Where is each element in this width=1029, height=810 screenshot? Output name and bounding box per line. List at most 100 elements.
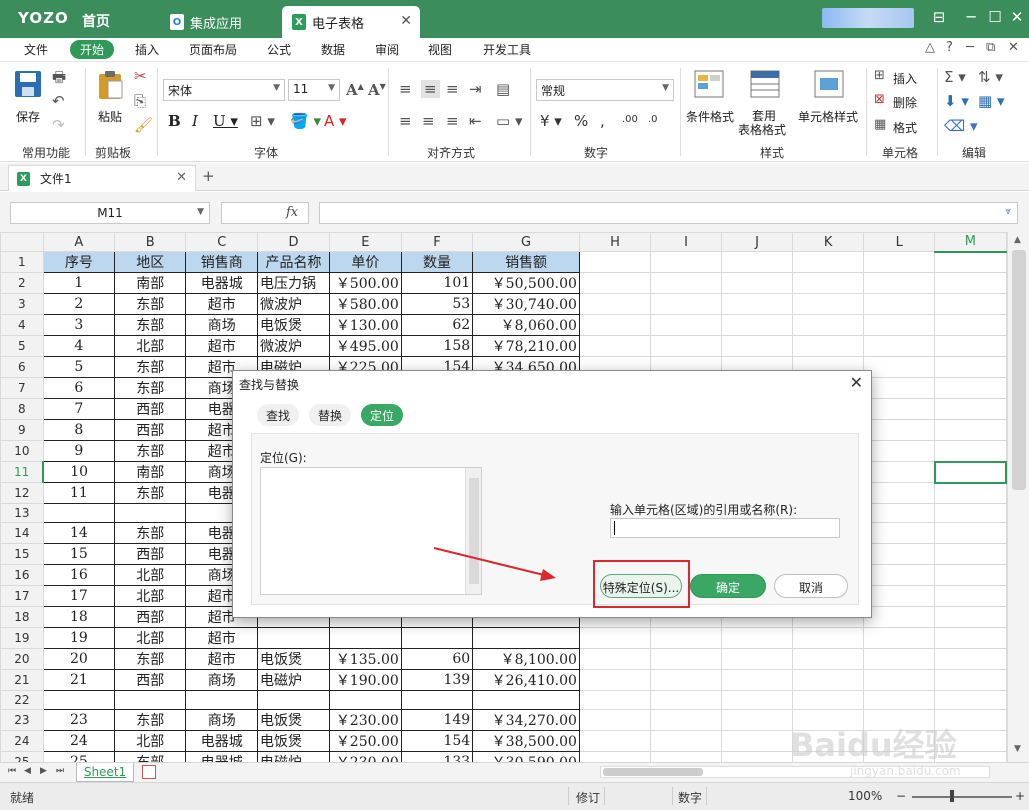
table-cell[interactable]: 21 bbox=[42, 669, 116, 691]
delete-cells-button[interactable]: 删除 bbox=[893, 94, 917, 111]
table-cell[interactable]: 3 bbox=[42, 314, 116, 336]
table-cell[interactable]: 东部 bbox=[114, 709, 187, 731]
row-header[interactable]: 6 bbox=[0, 356, 44, 378]
column-header[interactable]: E bbox=[328, 232, 402, 252]
empty-cell[interactable] bbox=[934, 543, 1007, 565]
table-cell[interactable]: 101 bbox=[400, 272, 474, 294]
empty-cell[interactable] bbox=[863, 522, 936, 544]
empty-cell[interactable] bbox=[934, 648, 1007, 670]
formula-input[interactable]: ⩔ bbox=[319, 202, 1018, 224]
table-cell[interactable] bbox=[400, 690, 474, 710]
table-cell[interactable]: 154 bbox=[400, 730, 474, 752]
next-sheet-icon[interactable]: ▶ bbox=[40, 766, 47, 776]
column-header[interactable]: C bbox=[185, 232, 259, 252]
table-cell[interactable]: 西部 bbox=[114, 398, 187, 420]
column-header[interactable]: B bbox=[114, 232, 187, 252]
empty-cell[interactable] bbox=[934, 606, 1007, 628]
empty-cell[interactable] bbox=[792, 293, 865, 315]
last-sheet-icon[interactable]: ⏭ bbox=[56, 766, 64, 776]
empty-cell[interactable] bbox=[650, 314, 723, 336]
table-cell[interactable]: 东部 bbox=[114, 482, 187, 504]
empty-cell[interactable] bbox=[721, 314, 794, 336]
wrap-text-icon[interactable]: ⇥ bbox=[469, 80, 482, 98]
row-header[interactable]: 17 bbox=[0, 585, 44, 607]
table-cell[interactable]: ￥50,500.00 bbox=[472, 272, 580, 294]
table-cell[interactable] bbox=[472, 627, 580, 649]
close-tab-icon[interactable]: ✕ bbox=[400, 13, 412, 29]
table-cell[interactable]: 7 bbox=[42, 398, 116, 420]
header-cell[interactable]: 数量 bbox=[400, 251, 474, 273]
empty-cell[interactable] bbox=[934, 377, 1007, 399]
empty-cell[interactable] bbox=[792, 690, 865, 710]
cell-style-button[interactable]: 单元格样式 bbox=[798, 108, 858, 125]
table-cell[interactable]: 电饭煲 bbox=[257, 730, 330, 752]
empty-cell[interactable] bbox=[934, 669, 1007, 691]
currency-icon[interactable]: ¥ ▾ bbox=[540, 112, 562, 130]
table-cell[interactable]: 电压力锅 bbox=[257, 272, 330, 294]
table-cell[interactable]: 东部 bbox=[114, 314, 187, 336]
menu-data[interactable]: 数据 bbox=[321, 41, 345, 58]
delete-cells-icon[interactable]: ⊠ bbox=[874, 92, 885, 107]
empty-cell[interactable] bbox=[721, 627, 794, 649]
row-header[interactable]: 11 bbox=[0, 461, 45, 483]
font-size-select[interactable]: 11 ▼ bbox=[288, 79, 340, 101]
empty-cell[interactable] bbox=[721, 669, 794, 691]
empty-cell[interactable] bbox=[863, 251, 936, 273]
row-header[interactable]: 21 bbox=[0, 669, 44, 691]
column-header[interactable]: M bbox=[934, 232, 1007, 253]
paste-icon[interactable] bbox=[96, 70, 124, 100]
empty-cell[interactable] bbox=[792, 272, 865, 294]
table-cell[interactable]: 南部 bbox=[114, 461, 187, 483]
table-cell[interactable]: 超市 bbox=[185, 335, 259, 357]
empty-cell[interactable] bbox=[578, 293, 652, 315]
empty-cell[interactable] bbox=[934, 251, 1007, 273]
goto-list-scrollbar[interactable] bbox=[465, 468, 481, 594]
print-icon[interactable]: 🖶 bbox=[52, 67, 66, 92]
decrease-decimal-icon[interactable]: .0 bbox=[648, 114, 658, 125]
empty-cell[interactable] bbox=[578, 709, 652, 731]
table-cell[interactable]: 东部 bbox=[114, 356, 187, 378]
autosum-icon[interactable]: Σ ▾ bbox=[944, 68, 966, 86]
table-cell[interactable]: 东部 bbox=[114, 751, 187, 762]
table-cell[interactable]: 133 bbox=[400, 751, 474, 762]
table-cell[interactable] bbox=[114, 503, 187, 523]
row-header[interactable]: 16 bbox=[0, 564, 44, 586]
align-center-icon[interactable]: ≡ bbox=[422, 112, 435, 130]
empty-cell[interactable] bbox=[650, 293, 723, 315]
shrink-font-icon[interactable]: A▼ bbox=[368, 81, 386, 99]
merge-cells-icon[interactable]: ▭ ▾ bbox=[496, 112, 522, 130]
empty-cell[interactable] bbox=[650, 709, 723, 731]
cancel-button[interactable]: 取消 bbox=[774, 574, 848, 598]
sheet-tab[interactable]: Sheet1 bbox=[76, 763, 134, 782]
table-cell[interactable]: 53 bbox=[400, 293, 474, 315]
table-cell[interactable]: 5 bbox=[42, 356, 116, 378]
menu-developer[interactable]: 开发工具 bbox=[483, 41, 531, 58]
collapse-ribbon-icon[interactable]: △ bbox=[925, 40, 935, 55]
doc-minimize-icon[interactable]: ─ bbox=[966, 40, 974, 55]
font-name-select[interactable]: 宋体 ▼ bbox=[163, 79, 285, 101]
table-cell[interactable]: 24 bbox=[42, 730, 116, 752]
table-cell[interactable] bbox=[328, 690, 402, 710]
comma-icon[interactable]: , bbox=[600, 112, 605, 130]
cut-icon[interactable]: ✂ bbox=[134, 67, 147, 85]
name-box[interactable]: M11 ▼ bbox=[10, 202, 210, 224]
table-cell[interactable] bbox=[42, 690, 116, 710]
row-header[interactable]: 24 bbox=[0, 730, 44, 752]
table-cell[interactable]: 23 bbox=[42, 709, 116, 731]
empty-cell[interactable] bbox=[934, 335, 1007, 357]
empty-cell[interactable] bbox=[934, 314, 1007, 336]
empty-cell[interactable] bbox=[578, 272, 652, 294]
table-cell[interactable]: 北部 bbox=[114, 335, 187, 357]
font-color-icon[interactable]: A ▾ bbox=[324, 112, 347, 130]
row-header[interactable]: 14 bbox=[0, 522, 44, 544]
orientation-icon[interactable]: ▤ bbox=[496, 80, 510, 98]
empty-cell[interactable] bbox=[863, 461, 936, 483]
table-cell[interactable]: 超市 bbox=[185, 648, 259, 670]
save-button[interactable]: 保存 bbox=[16, 108, 40, 125]
table-cell[interactable] bbox=[328, 627, 402, 649]
header-cell[interactable]: 销售商 bbox=[185, 251, 259, 273]
table-cell[interactable]: ￥38,500.00 bbox=[472, 730, 580, 752]
table-cell[interactable]: 60 bbox=[400, 648, 474, 670]
help-icon[interactable]: ? bbox=[946, 40, 953, 55]
row-header[interactable]: 4 bbox=[0, 314, 44, 336]
